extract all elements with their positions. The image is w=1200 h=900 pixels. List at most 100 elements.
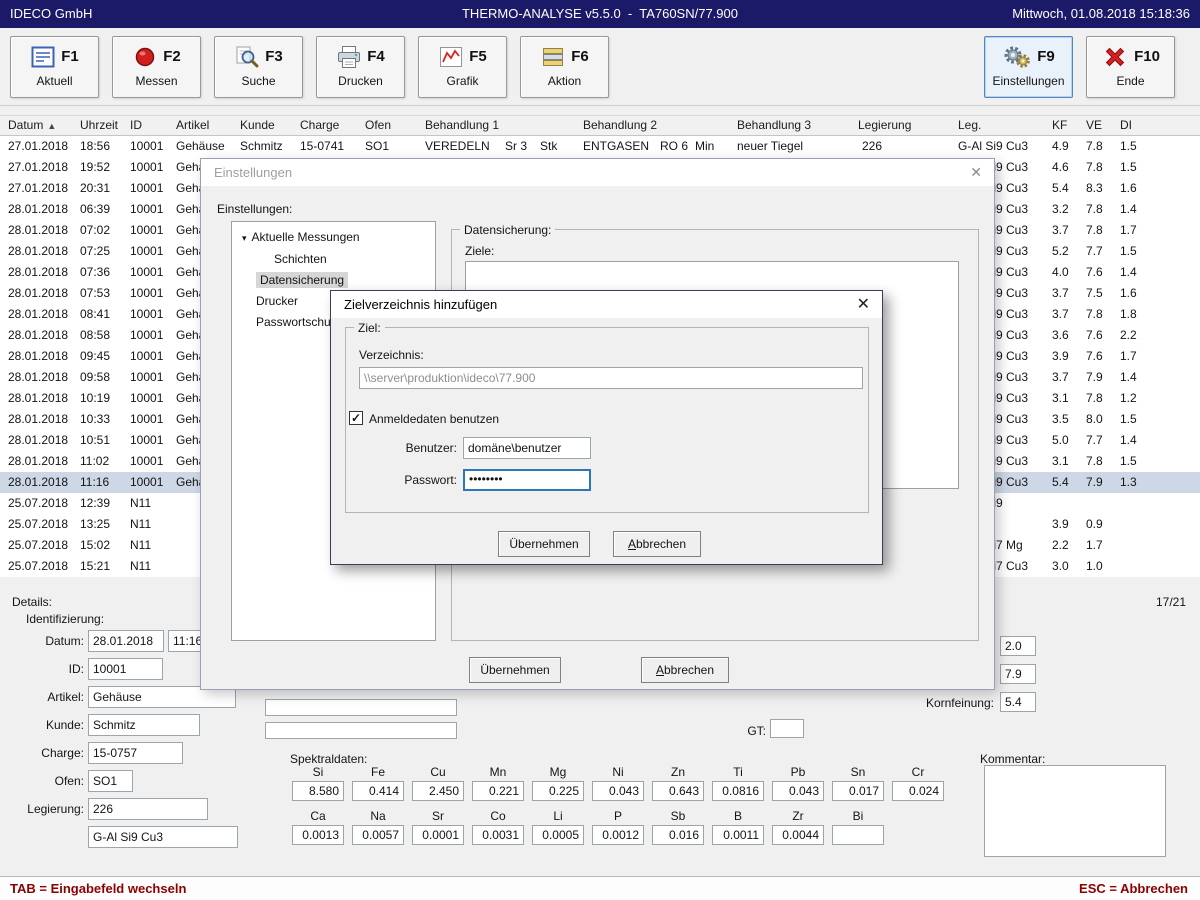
table-cell: 10001 [130,409,163,430]
spektral-value-field[interactable]: 0.0057 [352,825,404,845]
toolbar-button-f5[interactable]: F5Grafik [418,36,507,98]
passwort-input[interactable]: •••••••• [463,469,591,491]
ident-field[interactable]: 15-0757 [88,742,183,764]
chevron-down-icon[interactable]: ▾ [242,233,247,243]
column-header-ve[interactable]: VE [1086,116,1102,135]
spektral-value-field[interactable]: 0.225 [532,781,584,801]
spektral-value-field[interactable]: 0.221 [472,781,524,801]
spektral-value-field[interactable]: 0.016 [652,825,704,845]
spektral-value-field[interactable]: 0.043 [772,781,824,801]
ident-field[interactable]: 10001 [88,658,163,680]
tree-item-datensicherung[interactable]: Datensicherung [232,270,435,291]
gt-field[interactable] [770,719,804,738]
column-header-kunde[interactable]: Kunde [240,116,275,135]
table-row[interactable]: 27.01.201818:5610001GehäuseSchmitz15-074… [0,136,1200,157]
table-cell: 20:31 [80,178,110,199]
table-cell: 25.07.2018 [8,493,68,514]
ident-field[interactable]: 226 [88,798,208,820]
spektral-value-field[interactable]: 0.024 [892,781,944,801]
spektral-element-label: Sr [412,809,464,823]
table-cell: 8.3 [1086,178,1103,199]
function-key-label: F9 [1037,48,1055,65]
column-header-behandlung-1[interactable]: Behandlung 1 [425,116,499,135]
column-header-leg-[interactable]: Leg. [958,116,981,135]
column-header-behandlung-3[interactable]: Behandlung 3 [737,116,811,135]
toolbar-button-f10[interactable]: F10Ende [1086,36,1175,98]
spektral-value-field[interactable]: 0.0011 [712,825,764,845]
toolbar-button-f9[interactable]: F9Einstellungen [984,36,1073,98]
column-header-behandlung-2[interactable]: Behandlung 2 [583,116,657,135]
column-header-datum[interactable]: Datum▲ [8,116,56,136]
kornfeinung-field[interactable]: 5.4 [1000,692,1036,712]
record-icon [132,44,158,70]
field-empty-2[interactable] [265,722,457,739]
spektral-value-field[interactable]: 2.450 [412,781,464,801]
toolbar-button-f6[interactable]: F6Aktion [520,36,609,98]
close-icon[interactable]: ✕ [970,159,982,186]
table-cell: 10001 [130,157,163,178]
einstellungen-dialog-titlebar[interactable]: Einstellungen ✕ [201,159,994,186]
ident-field[interactable]: 28.01.2018 [88,630,164,652]
anmeldedaten-label: Anmeldedaten benutzen [369,411,499,427]
toolbar-button-f3[interactable]: F3Suche [214,36,303,98]
toolbar-button-f4[interactable]: F4Drucken [316,36,405,98]
table-cell: 3.2 [1052,199,1069,220]
spektral-value-field[interactable]: 0.0005 [532,825,584,845]
uebernehmen-button[interactable]: Übernehmen [469,657,561,683]
spektral-value-field[interactable] [832,825,884,845]
ident-field[interactable]: G-Al Si9 Cu3 [88,826,238,848]
ident-field[interactable]: Schmitz [88,714,200,736]
anmeldedaten-checkbox[interactable]: ✓ [349,411,363,425]
spektral-value-field[interactable]: 0.0012 [592,825,644,845]
spektral-value-field[interactable]: 0.0816 [712,781,764,801]
table-cell: 1.7 [1120,346,1137,367]
table-cell: 28.01.2018 [8,241,68,262]
detail-field-1[interactable]: 2.0 [1000,636,1036,656]
toolbar-button-caption: Aktuell [11,74,98,88]
tree-item-schichten[interactable]: Schichten [232,249,435,270]
spektral-value-field[interactable]: 0.414 [352,781,404,801]
column-header-di[interactable]: DI [1120,116,1132,135]
ident-label: Artikel: [10,686,84,708]
spektral-element-label: Zn [652,765,704,779]
column-header-uhrzeit[interactable]: Uhrzeit [80,116,118,135]
table-cell: 7.8 [1086,304,1103,325]
spektral-value-field[interactable]: 0.043 [592,781,644,801]
column-header-legierung[interactable]: Legierung [858,116,911,135]
spektral-value-field[interactable]: 0.0031 [472,825,524,845]
zielverzeichnis-dialog-titlebar[interactable]: Zielverzeichnis hinzufügen ✕ [331,291,882,318]
tree-item-label: Drucker [256,294,298,308]
spektral-value-field[interactable]: 0.643 [652,781,704,801]
toolbar-button-f1[interactable]: F1Aktuell [10,36,99,98]
table-cell: Schmitz [240,136,283,157]
toolbar-button-f2[interactable]: F2Messen [112,36,201,98]
kommentar-textarea[interactable] [984,765,1166,857]
uebernehmen-button[interactable]: Übernehmen [498,531,590,557]
spektral-value-field[interactable]: 0.0044 [772,825,824,845]
identifizierung-label: Identifizierung: [26,611,104,627]
spektral-value-field[interactable]: 8.580 [292,781,344,801]
abbrechen-button[interactable]: Abbrechen [641,657,729,683]
verzeichnis-input[interactable]: \\server\produktion\ideco\77.900 [359,367,863,389]
table-cell: 3.7 [1052,304,1069,325]
spektral-element-label: Sb [652,809,704,823]
column-header-id[interactable]: ID [130,116,142,135]
table-cell: 3.1 [1052,388,1069,409]
column-header-artikel[interactable]: Artikel [176,116,209,135]
spektral-value-field[interactable]: 0.017 [832,781,884,801]
field-empty-1[interactable] [265,699,457,716]
column-header-charge[interactable]: Charge [300,116,339,135]
benutzer-input[interactable]: domäne\benutzer [463,437,591,459]
column-header-ofen[interactable]: Ofen [365,116,391,135]
abbrechen-button[interactable]: Abbrechen [613,531,701,557]
ident-field[interactable]: SO1 [88,770,133,792]
spektral-value-field[interactable]: 0.0001 [412,825,464,845]
tree-item-aktuelle-messungen[interactable]: ▾Aktuelle Messungen [232,227,435,249]
table-cell: 1.7 [1120,220,1137,241]
close-icon[interactable]: ✕ [857,291,870,318]
gt-label: GT: [740,723,766,739]
spektral-element-label: Cr [892,765,944,779]
spektral-value-field[interactable]: 0.0013 [292,825,344,845]
column-header-kf[interactable]: KF [1052,116,1067,135]
detail-field-2[interactable]: 7.9 [1000,664,1036,684]
